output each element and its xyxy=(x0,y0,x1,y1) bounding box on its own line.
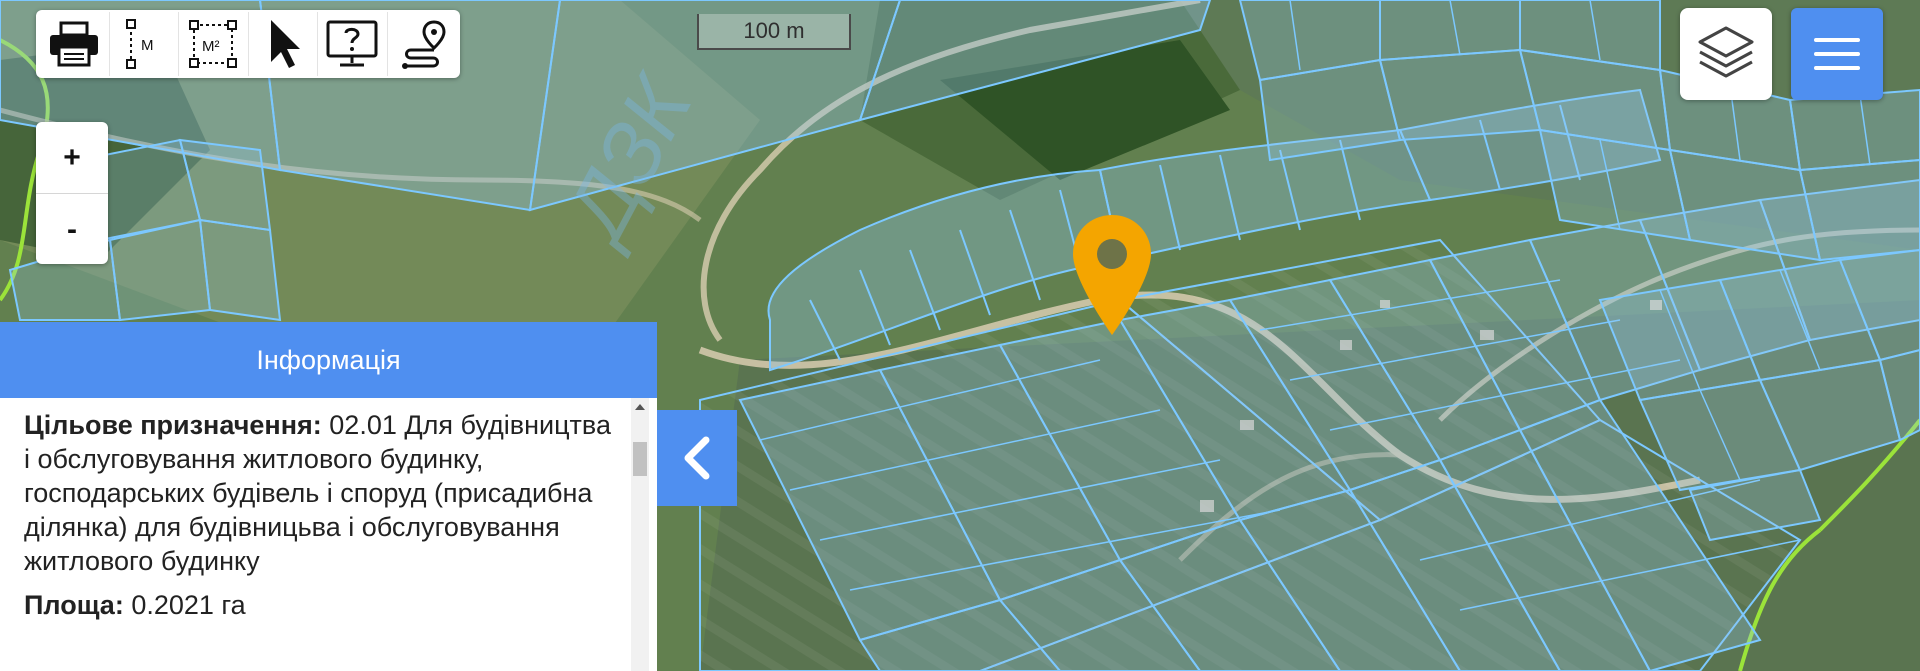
zoom-out-button[interactable]: - xyxy=(36,194,108,265)
scroll-up-icon[interactable] xyxy=(635,404,645,410)
measure-area-button[interactable]: M² xyxy=(179,12,249,76)
main-menu-button[interactable] xyxy=(1791,8,1883,100)
route-icon xyxy=(401,20,446,69)
purpose-field: Цільове призначення: 02.01 Для будівницт… xyxy=(24,408,619,578)
area-field: Площа: 0.2021 га xyxy=(24,588,619,622)
layers-icon xyxy=(1698,26,1754,78)
zoom-controls: + - xyxy=(36,122,108,264)
cursor-icon xyxy=(270,20,300,68)
info-panel-title: Інформація xyxy=(0,322,657,398)
hamburger-menu-icon xyxy=(1814,38,1860,70)
scroll-thumb[interactable] xyxy=(633,442,647,476)
purpose-label: Цільове призначення: xyxy=(24,410,322,440)
info-panel-body[interactable]: Цільове призначення: 02.01 Для будівницт… xyxy=(0,398,657,671)
select-cursor-button[interactable] xyxy=(249,12,318,76)
info-panel: Інформація Цільове призначення: 02.01 Дл… xyxy=(0,322,657,671)
chevron-left-icon xyxy=(684,436,710,480)
layers-button[interactable] xyxy=(1680,8,1772,100)
area-value: 0.2021 га xyxy=(131,590,246,620)
measure-area-icon: M² xyxy=(189,20,238,68)
help-monitor-icon xyxy=(326,20,378,67)
map-toolbar: M M² xyxy=(36,10,460,78)
measure-area-label: M² xyxy=(202,38,220,55)
panel-scrollbar[interactable] xyxy=(631,398,649,671)
map-marker-icon[interactable] xyxy=(1071,213,1153,337)
zoom-in-button[interactable]: + xyxy=(36,122,108,194)
print-button[interactable] xyxy=(40,12,110,76)
collapse-panel-button[interactable] xyxy=(657,410,737,506)
print-icon xyxy=(50,21,99,67)
measure-length-icon: M xyxy=(125,19,154,69)
scale-bar: 100 m xyxy=(697,14,851,50)
measure-length-button[interactable]: M xyxy=(110,12,179,76)
route-button[interactable] xyxy=(388,12,457,76)
area-label: Площа: xyxy=(24,590,124,620)
help-button[interactable] xyxy=(318,12,388,76)
measure-length-label: M xyxy=(141,37,154,54)
